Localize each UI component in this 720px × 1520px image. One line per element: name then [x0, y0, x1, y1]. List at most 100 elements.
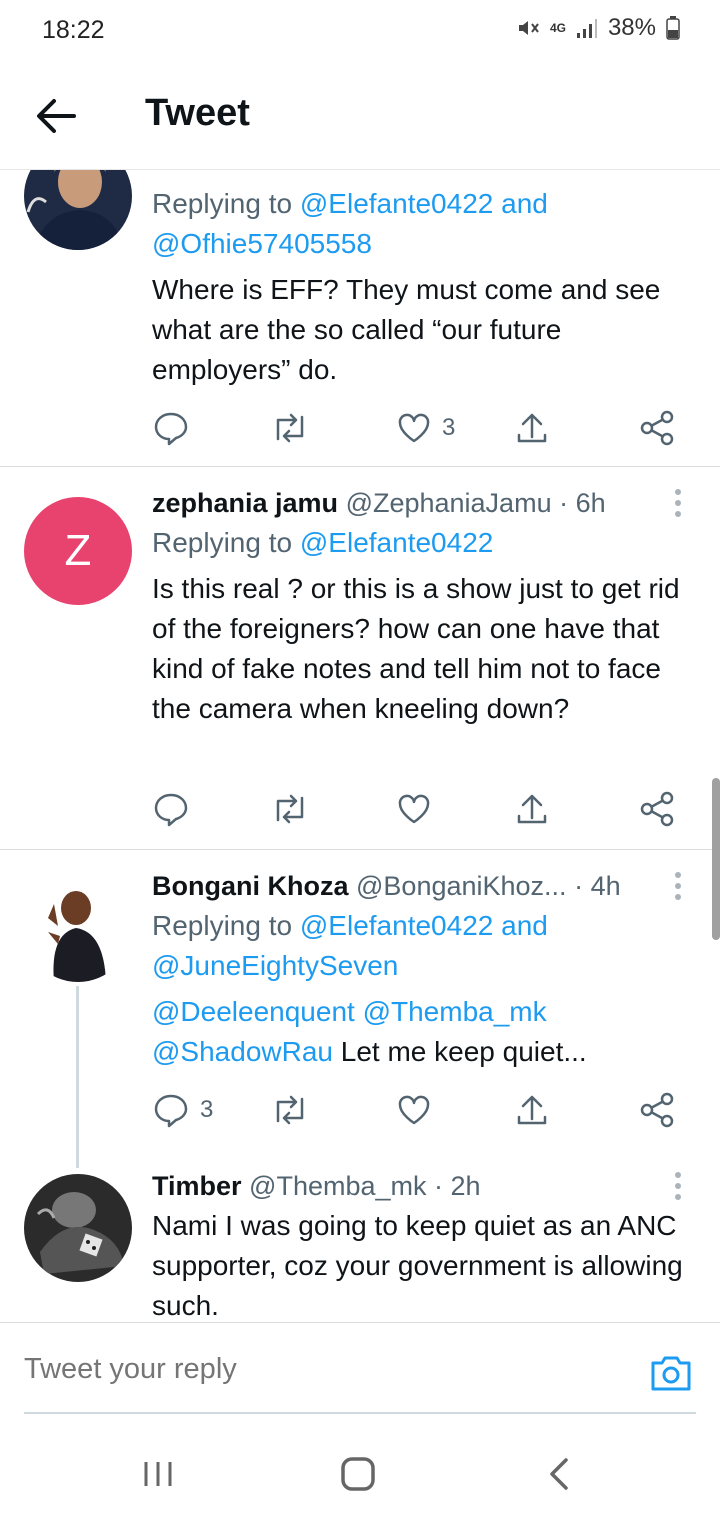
tweet-text: Where is EFF? They must come and see wha… [152, 274, 661, 385]
retweet-button[interactable] [270, 406, 310, 450]
reply-button[interactable] [152, 406, 190, 450]
share-icon [517, 794, 547, 824]
tweet-text: Is this real ? or this is a show just to… [152, 573, 680, 724]
back-nav-button[interactable] [540, 1454, 580, 1494]
share-nodes-icon [640, 410, 674, 446]
tweet-text: Nami I was going to keep quiet as an ANC… [152, 1210, 683, 1321]
retweet-icon [276, 1095, 304, 1125]
android-nav-bar [0, 1414, 720, 1520]
reply-button[interactable]: 3 [152, 1088, 213, 1132]
reply-bar [0, 1322, 720, 1414]
like-button[interactable]: 3 [396, 406, 455, 450]
author-name[interactable]: Timber [152, 1171, 242, 1201]
tweet-2[interactable]: Z zephania jamu @ZephaniaJamu · 6h Reply… [0, 467, 720, 849]
mute-icon [518, 21, 539, 35]
author-handle[interactable]: @BonganiKhoz... [356, 871, 567, 901]
tweet-header: zephania jamu @ZephaniaJamu · 6h [152, 483, 690, 523]
heart-icon [398, 413, 430, 443]
tweet-actions [152, 787, 682, 831]
mention-link[interactable]: @Deeleenquent [152, 996, 355, 1027]
scrollbar-thumb[interactable] [712, 778, 720, 940]
more-options-icon[interactable] [666, 483, 690, 523]
mention-and: and [501, 910, 548, 941]
more-options-icon[interactable] [666, 866, 690, 906]
tweet-timeline[interactable]: Replying to @Elefante0422 and @Ofhie5740… [0, 170, 720, 1322]
replying-to: Replying to @Elefante0422 [152, 523, 690, 563]
reply-count: 3 [200, 1096, 214, 1123]
share-button[interactable] [514, 1088, 550, 1132]
mention-link[interactable]: @Ofhie57405558 [152, 228, 372, 259]
back-button[interactable] [34, 96, 78, 136]
share-link-button[interactable] [638, 787, 676, 831]
like-button[interactable] [396, 1088, 432, 1132]
avatar-photo-man [24, 170, 132, 250]
tweet-actions: 3 [152, 1088, 682, 1132]
mention-link[interactable]: @JuneEightySeven [152, 950, 398, 981]
arrow-left-icon [37, 99, 76, 133]
avatar[interactable]: Z [24, 497, 132, 605]
share-nodes-icon [640, 791, 674, 827]
camera-button[interactable] [650, 1353, 692, 1393]
share-link-button[interactable] [638, 1088, 676, 1132]
reply-button[interactable] [152, 787, 190, 831]
tweet-time: · 4h [574, 871, 621, 901]
mention-and: and [501, 188, 548, 219]
author-name[interactable]: Bongani Khoza [152, 871, 349, 901]
author-name[interactable]: zephania jamu [152, 488, 338, 518]
status-time: 18:22 [42, 16, 105, 44]
mention-link[interactable]: @Elefante0422 [300, 527, 493, 558]
replying-prefix: Replying to [152, 188, 300, 219]
retweet-icon [276, 413, 304, 443]
share-button[interactable] [514, 406, 550, 450]
share-icon [517, 1095, 547, 1125]
mention-link[interactable]: @ShadowRau [152, 1036, 333, 1067]
comment-icon [154, 1094, 188, 1128]
avatar-photo-monochrome [24, 1174, 132, 1282]
page-title: Tweet [145, 92, 250, 134]
share-nodes-icon [640, 1092, 674, 1128]
avatar[interactable] [24, 874, 132, 982]
tweet-1[interactable]: Replying to @Elefante0422 and @Ofhie5740… [0, 170, 720, 466]
replying-prefix: Replying to [152, 527, 300, 558]
like-count: 3 [442, 414, 456, 441]
share-link-button[interactable] [638, 406, 676, 450]
share-icon [517, 413, 547, 443]
signal-icon [576, 19, 597, 38]
comment-icon [154, 412, 188, 446]
mention-link[interactable]: @Elefante0422 [300, 910, 493, 941]
retweet-icon [276, 794, 304, 824]
tweet-actions: 3 [152, 406, 682, 450]
replying-prefix: Replying to [152, 910, 300, 941]
home-button[interactable] [338, 1454, 378, 1494]
tweet-body: Timber @Themba_mk · 2h Nami I was going … [152, 1166, 690, 1322]
comment-icon [154, 793, 188, 827]
mention-link[interactable]: @Elefante0422 [300, 188, 493, 219]
avatar[interactable] [24, 170, 132, 250]
more-options-icon[interactable] [666, 1166, 690, 1206]
share-button[interactable] [514, 787, 550, 831]
like-button[interactable] [396, 787, 432, 831]
author-handle[interactable]: @Themba_mk [249, 1171, 426, 1201]
status-icons: 4G 38% [516, 14, 680, 42]
avatar[interactable] [24, 1174, 132, 1282]
tweet-header: Bongani Khoza @BonganiKhoz... · 4h [152, 866, 690, 906]
tweet-4[interactable]: Timber @Themba_mk · 2h Nami I was going … [0, 1170, 720, 1322]
tweet-text: @Deeleenquent @Themba_mk @ShadowRau Let … [152, 992, 690, 1072]
avatar-photo-man [24, 874, 132, 982]
status-bar: 18:22 4G 38% [0, 0, 720, 62]
chevron-left-icon [550, 1458, 568, 1490]
tweet-time: · 6h [559, 488, 606, 518]
battery-percent: 38% [607, 14, 656, 41]
reply-input[interactable] [24, 1353, 584, 1386]
battery-icon [666, 16, 680, 40]
replying-to: Replying to @Elefante0422 and @JuneEight… [152, 906, 690, 986]
retweet-button[interactable] [270, 787, 310, 831]
mention-link[interactable]: @Themba_mk [363, 996, 547, 1027]
recent-apps-icon [144, 1462, 172, 1486]
recent-apps-button[interactable] [138, 1454, 178, 1494]
camera-icon [651, 1356, 691, 1391]
author-handle[interactable]: @ZephaniaJamu [346, 488, 552, 518]
tweet-body: zephania jamu @ZephaniaJamu · 6h Replyin… [152, 483, 690, 729]
tweet-body: Bongani Khoza @BonganiKhoz... · 4h Reply… [152, 866, 690, 1072]
retweet-button[interactable] [270, 1088, 310, 1132]
